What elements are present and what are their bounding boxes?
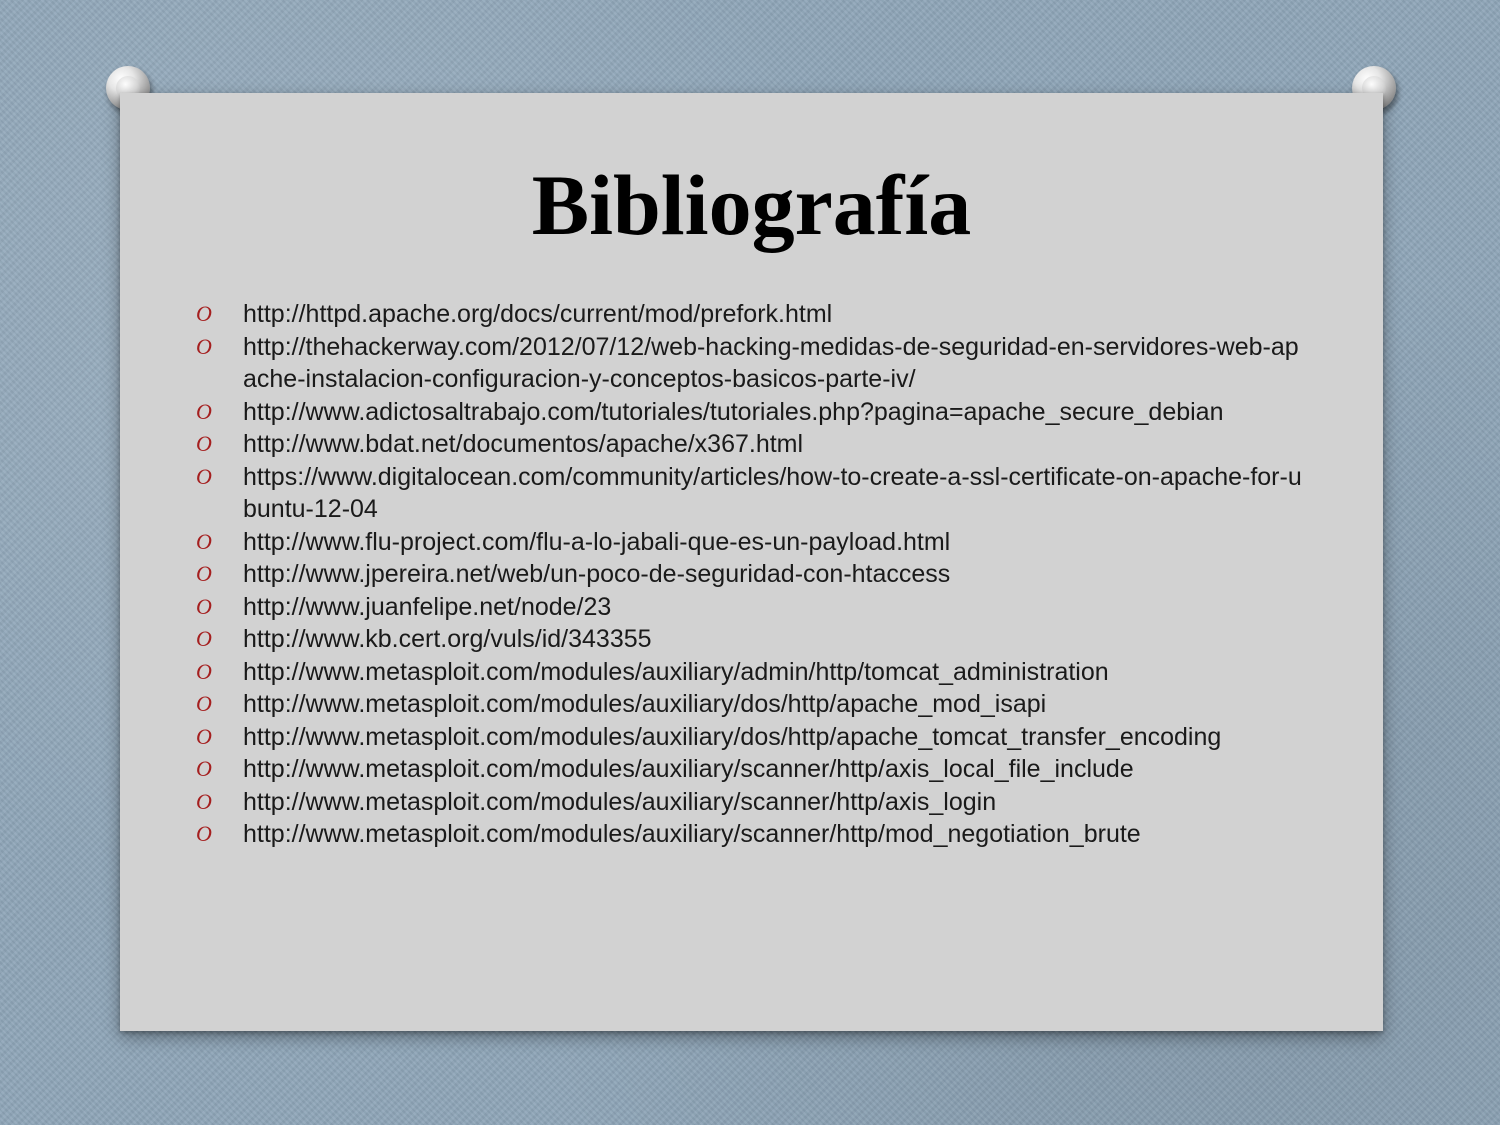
reference-link[interactable]: http://thehackerway.com/2012/07/12/web-h… (243, 333, 1299, 394)
reference-item: Ohttps://www.digitalocean.com/community/… (190, 461, 1310, 526)
slide-title: Bibliografía (531, 157, 972, 253)
reference-item: Ohttp://www.metasploit.com/modules/auxil… (190, 688, 1310, 721)
o-circle-bullet-icon: O (196, 723, 212, 749)
reference-item: Ohttp://httpd.apache.org/docs/current/mo… (190, 298, 1310, 331)
o-circle-bullet-icon: O (196, 788, 212, 814)
o-circle-bullet-icon: O (196, 528, 212, 554)
reference-item: Ohttp://www.metasploit.com/modules/auxil… (190, 818, 1310, 851)
reference-item: Ohttp://www.adictosaltrabajo.com/tutoria… (190, 396, 1310, 429)
reference-link[interactable]: http://www.juanfelipe.net/node/23 (243, 593, 611, 621)
reference-item: Ohttp://www.metasploit.com/modules/auxil… (190, 786, 1310, 819)
reference-item: Ohttp://www.metasploit.com/modules/auxil… (190, 753, 1310, 786)
o-circle-bullet-icon: O (196, 593, 212, 619)
reference-item: Ohttp://www.jpereira.net/web/un-poco-de-… (190, 558, 1310, 591)
o-circle-bullet-icon: O (196, 626, 212, 651)
reference-link[interactable]: http://www.metasploit.com/modules/auxili… (243, 755, 1134, 783)
reference-item: Ohttp://www.metasploit.com/modules/auxil… (190, 656, 1310, 689)
o-circle-bullet-icon: O (196, 431, 212, 456)
reference-list: Ohttp://httpd.apache.org/docs/current/mo… (190, 298, 1310, 851)
reference-item: Ohttp://www.juanfelipe.net/node/23 (190, 591, 1310, 624)
reference-link[interactable]: http://www.metasploit.com/modules/auxili… (243, 690, 1046, 718)
o-circle-bullet-icon: O (196, 691, 212, 716)
o-circle-bullet-icon: O (196, 301, 212, 326)
reference-link[interactable]: http://www.flu-project.com/flu-a-lo-jaba… (243, 528, 950, 556)
reference-item: Ohttp://thehackerway.com/2012/07/12/web-… (190, 331, 1310, 396)
reference-link[interactable]: http://www.kb.cert.org/vuls/id/343355 (243, 625, 652, 653)
reference-item: Ohttp://www.flu-project.com/flu-a-lo-jab… (190, 526, 1310, 559)
o-circle-bullet-icon: O (196, 658, 212, 684)
reference-item: Ohttp://www.bdat.net/documentos/apache/x… (190, 428, 1310, 461)
reference-item: Ohttp://www.kb.cert.org/vuls/id/343355 (190, 623, 1310, 656)
reference-link[interactable]: http://httpd.apache.org/docs/current/mod… (243, 300, 832, 328)
reference-link[interactable]: http://www.jpereira.net/web/un-poco-de-s… (243, 560, 950, 588)
reference-link[interactable]: http://www.metasploit.com/modules/auxili… (243, 788, 996, 816)
reference-link[interactable]: http://www.metasploit.com/modules/auxili… (243, 820, 1141, 848)
o-circle-bullet-icon: O (196, 756, 212, 781)
reference-link[interactable]: https://www.digitalocean.com/community/a… (243, 463, 1302, 524)
reference-link[interactable]: http://www.metasploit.com/modules/auxili… (243, 723, 1221, 751)
reference-item: Ohttp://www.metasploit.com/modules/auxil… (190, 721, 1310, 754)
o-circle-bullet-icon: O (196, 821, 212, 846)
o-circle-bullet-icon: O (196, 333, 212, 359)
o-circle-bullet-icon: O (196, 398, 212, 424)
o-circle-bullet-icon: O (196, 561, 212, 586)
o-circle-bullet-icon: O (196, 463, 212, 489)
reference-link[interactable]: http://www.adictosaltrabajo.com/tutorial… (243, 398, 1224, 426)
reference-link[interactable]: http://www.metasploit.com/modules/auxili… (243, 658, 1109, 686)
reference-link[interactable]: http://www.bdat.net/documentos/apache/x3… (243, 430, 803, 458)
